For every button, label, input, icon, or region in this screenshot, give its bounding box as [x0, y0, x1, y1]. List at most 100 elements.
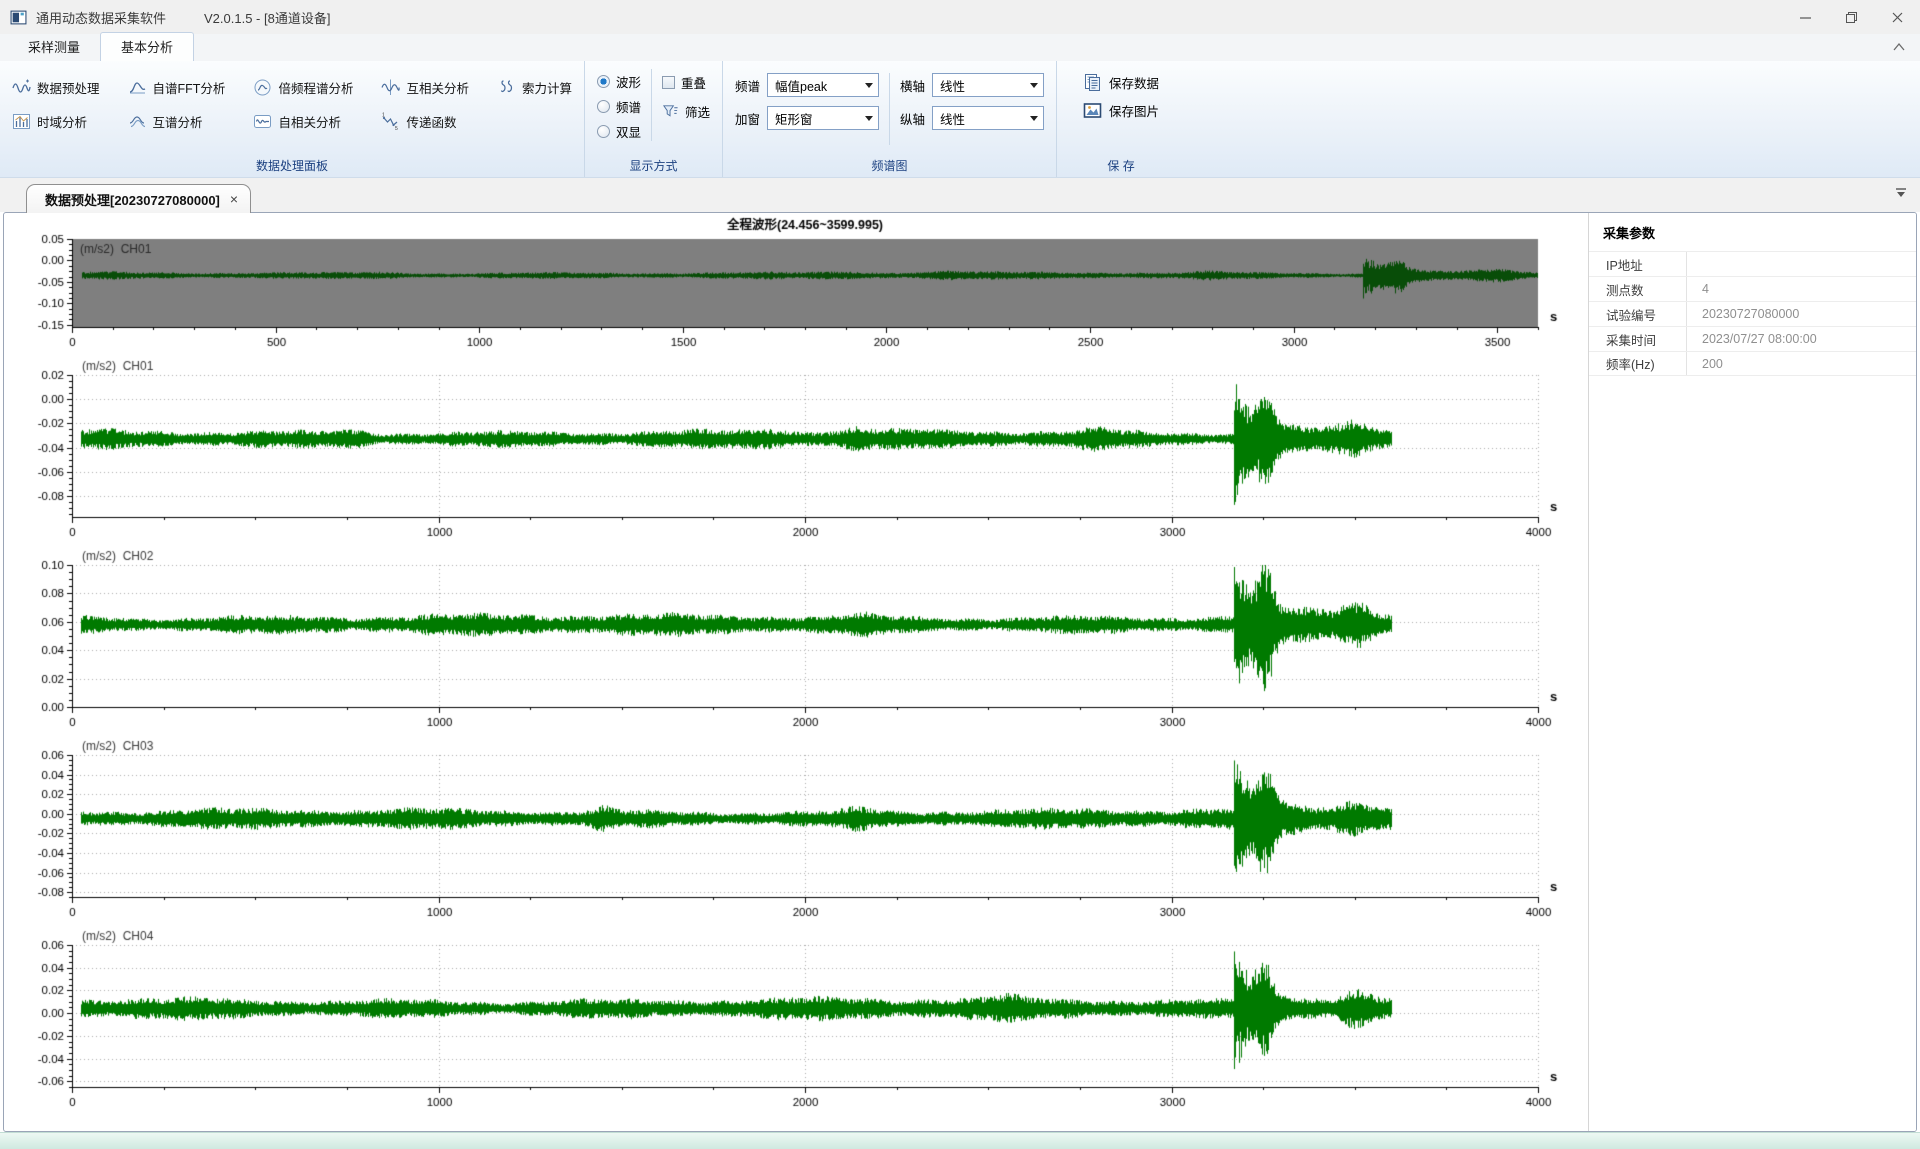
param-value: 200 [1687, 352, 1723, 375]
save-button-label: 保存图片 [1109, 101, 1159, 120]
save-data-icon [1083, 73, 1102, 92]
spectrum-fields-right: 横轴线性纵轴线性 [900, 73, 1044, 159]
field-label: 纵轴 [900, 109, 925, 128]
analysis-button-label: 互相关分析 [406, 78, 469, 97]
waveform-canvas-ch04 [10, 927, 1588, 1117]
analysis-button-8[interactable]: 自相关分析 [253, 105, 353, 137]
save-image-icon [1083, 101, 1102, 120]
spectrum-field-xaxis: 横轴线性 [900, 73, 1044, 97]
params-panel-title: 采集参数 [1589, 221, 1916, 251]
analysis-button-6[interactable]: 时域分析 [12, 105, 100, 137]
group-data-processing: 数据预处理 自谱FFT分析 倍频程谱分析 互相关分析 索力计算时域分析 互谱分析 自相关分析… [0, 61, 584, 177]
spectrum-field-spectrum: 频谱幅值peak [735, 73, 879, 97]
chevron-down-icon [1030, 83, 1038, 88]
param-label: 试验编号 [1589, 302, 1687, 326]
window-version: V2.0.1.5 - [8通道设备] [204, 8, 330, 27]
overlay-filter-column: 重叠 筛选 [662, 73, 710, 121]
preprocess-icon [12, 78, 31, 97]
dropdown-value: 线性 [940, 76, 965, 95]
tab-sampling[interactable]: 采样测量 [8, 33, 100, 61]
save-image-button[interactable]: 保存图片 [1083, 101, 1159, 120]
radio-icon [597, 75, 610, 88]
analysis-button-9[interactable]: 15传递函数 [381, 105, 469, 137]
overlay-checkbox[interactable]: 重叠 [662, 73, 710, 92]
param-row-测点数: 测点数4 [1589, 276, 1916, 301]
display-mode-radio-波形[interactable]: 波形 [597, 71, 641, 92]
filter-button[interactable]: 筛选 [662, 102, 710, 121]
group-display-mode: 波形频谱双显 重叠 筛选 显示方式 [584, 61, 722, 177]
transfer-function-icon: 15 [381, 112, 400, 131]
svg-text:1: 1 [382, 112, 385, 118]
dropdown-value: 线性 [940, 109, 965, 128]
overlay-checkbox-box[interactable] [662, 76, 675, 89]
minimize-button[interactable] [1782, 0, 1828, 34]
analysis-button-5[interactable]: 索力计算 [497, 71, 572, 103]
dropdown-xaxis[interactable]: 线性 [932, 73, 1044, 97]
auto-correlation-icon [253, 112, 272, 131]
chart-block-ch04 [10, 927, 1588, 1117]
display-mode-radio-频谱[interactable]: 频谱 [597, 96, 641, 117]
radio-icon [597, 100, 610, 113]
dropdown-value: 幅值peak [775, 76, 827, 95]
param-row-IP地址: IP地址 [1589, 251, 1916, 276]
dropdown-yaxis[interactable]: 线性 [932, 106, 1044, 130]
analysis-button-label: 时域分析 [37, 112, 87, 131]
restore-button[interactable] [1828, 0, 1874, 34]
chart-block-ch02 [10, 547, 1588, 737]
waveform-canvas-ch02 [10, 547, 1588, 737]
group-label-processing: 数据处理面板 [0, 157, 584, 174]
analysis-button-3[interactable]: 倍频程谱分析 [253, 71, 353, 103]
group-spectrum: 频谱幅值peak加窗矩形窗 横轴线性纵轴线性 频谱图 [722, 61, 1056, 177]
tab-basic-analysis[interactable]: 基本分析 [100, 32, 194, 61]
analysis-button-label: 倍频程谱分析 [278, 78, 353, 97]
field-label: 横轴 [900, 76, 925, 95]
analysis-button-label: 互谱分析 [153, 112, 203, 131]
field-label: 频谱 [735, 76, 760, 95]
spectrum-field-yaxis: 纵轴线性 [900, 106, 1044, 130]
document-tab[interactable]: 数据预处理[20230727080000] × [26, 184, 251, 213]
save-button-label: 保存数据 [1109, 73, 1159, 92]
waveform-canvas-ch03 [10, 737, 1588, 927]
param-row-频率(Hz): 频率(Hz)200 [1589, 351, 1916, 376]
filter-label: 筛选 [685, 102, 710, 121]
analysis-button-1[interactable]: 数据预处理 [12, 71, 100, 103]
param-label: 频率(Hz) [1589, 352, 1687, 375]
save-data-button[interactable]: 保存数据 [1083, 73, 1159, 92]
analysis-button-label: 数据预处理 [37, 78, 100, 97]
radio-label: 双显 [616, 122, 641, 141]
field-label: 加窗 [735, 109, 760, 128]
param-value: 20230727080000 [1687, 302, 1799, 326]
octave-spectrum-icon [253, 78, 272, 97]
radio-icon [597, 125, 610, 138]
param-value [1687, 252, 1702, 276]
analysis-button-label: 索力计算 [522, 78, 572, 97]
analysis-button-2[interactable]: 自谱FFT分析 [128, 71, 226, 103]
document-tab-bar: 数据预处理[20230727080000] × [0, 178, 1920, 212]
ribbon-toolbar: 数据预处理 自谱FFT分析 倍频程谱分析 互相关分析 索力计算时域分析 互谱分析 自相关分析… [0, 61, 1920, 178]
radio-label: 频谱 [616, 97, 641, 116]
cross-correlation-icon [381, 78, 400, 97]
chart-block-overview [10, 215, 1588, 357]
param-row-采集时间: 采集时间2023/07/27 08:00:00 [1589, 326, 1916, 351]
close-button[interactable] [1874, 0, 1920, 34]
analysis-button-4[interactable]: 互相关分析 [381, 71, 469, 103]
group-inner-divider [889, 73, 890, 145]
display-mode-radio-双显[interactable]: 双显 [597, 121, 641, 142]
waveform-canvas-overview [10, 215, 1588, 357]
cable-force-icon [497, 78, 516, 97]
chevron-down-icon [1030, 116, 1038, 121]
analysis-button-label: 自相关分析 [278, 112, 341, 131]
bottom-status-strip [0, 1132, 1920, 1149]
chart-block-ch01 [10, 357, 1588, 547]
charts-column [4, 213, 1588, 1131]
param-row-试验编号: 试验编号20230727080000 [1589, 301, 1916, 326]
main-content: 采集参数 IP地址测点数4试验编号20230727080000采集时间2023/… [3, 212, 1917, 1132]
ribbon-tab-bar: 采样测量 基本分析 [0, 34, 1920, 61]
dropdown-spectrum[interactable]: 幅值peak [767, 73, 879, 97]
svg-text:5: 5 [395, 126, 398, 131]
ribbon-collapse-icon[interactable] [1892, 39, 1906, 57]
document-tab-close-icon[interactable]: × [230, 191, 238, 207]
dropdown-window[interactable]: 矩形窗 [767, 106, 879, 130]
tab-list-dropdown-icon[interactable] [1894, 186, 1908, 204]
analysis-button-7[interactable]: 互谱分析 [128, 105, 226, 137]
